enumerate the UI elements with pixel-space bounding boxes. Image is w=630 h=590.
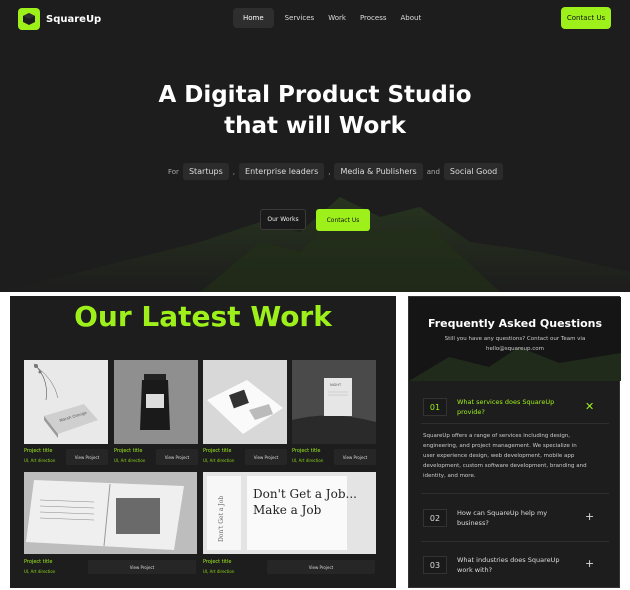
faq-question-line: How can SquareUp help my [457,509,548,517]
faq-question-line: provide? [457,408,485,416]
project-image [24,472,197,554]
project-image [203,360,287,444]
project-title: Project title [24,448,53,454]
faq-section: Frequently Asked Questions Still you hav… [408,296,621,588]
answer-line: development, custom software development… [423,463,587,469]
view-project-button[interactable]: View Project [334,449,376,465]
audience-pill[interactable]: Enterprise leaders [239,163,325,180]
project-title: Project title [203,559,232,565]
project-card[interactable]: Don't Get a Job Don't Get a Job... Make a … [203,472,376,580]
project-image: NIGHT [292,360,376,444]
our-works-button[interactable]: Our Works [260,209,306,230]
faq-email[interactable]: hello@squareup.com [486,346,544,352]
mountain-graphic [0,197,630,292]
cube-icon [18,8,40,30]
project-title: Project title [203,448,232,454]
and-label: and [426,167,440,176]
divider [421,493,609,494]
nav-home[interactable]: Home [233,8,274,28]
for-label: For [168,167,179,176]
hero-contact-button[interactable]: Contact Us [316,209,370,231]
view-project-button[interactable]: View Project [66,449,108,465]
nav-about[interactable]: About [398,8,425,28]
faq-question[interactable]: What industries does SquareUp work with? [457,555,587,575]
nav-services[interactable]: Services [282,8,318,28]
audience-pill[interactable]: Social Good [443,163,504,180]
project-subtitle: UI, Art direction [203,458,235,463]
project-card[interactable]: Project title UI, Art direction View Pro… [114,360,198,468]
project-image: Marsh Orange [24,360,108,444]
nav-process[interactable]: Process [357,8,390,28]
plus-icon[interactable]: + [585,557,594,570]
faq-question-line: What industries does SquareUp [457,556,560,564]
answer-line: user experience design, web development,… [423,453,575,459]
faq-question-line: What services does SquareUp [457,398,555,406]
faq-subtitle-line1: Still you have any questions? Contact ou… [444,336,586,342]
project-image [114,360,198,444]
brand-name: SquareUp [46,13,102,25]
faq-number: 03 [423,556,447,574]
project-subtitle: UI, Art direction [114,458,146,463]
divider [421,423,609,424]
audience-row: For Startups , Enterprise leaders , Medi… [168,163,504,180]
view-project-button[interactable]: View Project [156,449,198,465]
view-project-button[interactable]: View Project [245,449,287,465]
faq-question-line: work with? [457,566,493,574]
hero-title-line2: that will Work [224,113,406,139]
hero-title: A Digital Product Studio that will Work [0,80,630,142]
magazine-text-2: Make a Job [253,503,322,517]
project-card[interactable]: Project title UI, Art direction View Pro… [203,360,287,468]
close-icon[interactable]: ✕ [585,400,594,413]
section-title: Our Latest Work [74,300,332,333]
project-card[interactable]: Project title UI, Art direction View Pro… [24,472,197,580]
answer-line: engineering, and project management. We … [423,443,577,449]
project-card[interactable]: Marsh Orange Project title UI, Art direc… [24,360,108,468]
project-image: Don't Get a Job Don't Get a Job... Make a … [203,472,376,554]
view-project-button[interactable]: View Project [267,560,375,574]
hero-title-line1: A Digital Product Studio [158,82,472,108]
magazine-spine-text: Don't Get a Job [218,496,225,542]
project-subtitle: UI, Art direction [292,458,324,463]
hero-actions: Our Works Contact Us [260,209,370,231]
audience-pill[interactable]: Media & Publishers [334,163,423,180]
faq-number: 01 [423,398,447,416]
faq-answer: SquareUp offers a range of services incl… [423,431,607,481]
plus-icon[interactable]: + [585,510,594,523]
faq-title: Frequently Asked Questions [427,317,603,330]
faq-number: 02 [423,509,447,527]
project-title: Project title [114,448,143,454]
audience-pill[interactable]: Startups [182,163,229,180]
magazine-text-1: Don't Get a Job... [253,487,357,501]
faq-subtitle: Still you have any questions? Contact ou… [427,334,603,354]
separator: , [328,167,331,176]
view-project-button[interactable]: View Project [88,560,196,574]
project-title: Project title [24,559,53,565]
brand-logo[interactable]: SquareUp [18,8,101,30]
faq-question-line: business? [457,519,489,527]
project-subtitle: UI, Art direction [203,569,235,574]
main-nav: Home Services Work Process About [233,8,424,28]
latest-work-section: Our Latest Work Marsh Orange Project tit… [10,296,396,588]
contact-button[interactable]: Contact Us [561,7,611,29]
project-title: Project title [292,448,321,454]
nav-work[interactable]: Work [325,8,349,28]
paper-text: NIGHT [330,383,342,387]
project-subtitle: UI, Art direction [24,458,56,463]
faq-question[interactable]: What services does SquareUp provide? [457,397,587,417]
faq-question[interactable]: How can SquareUp help my business? [457,508,587,528]
answer-line: identity, and more. [423,473,476,479]
divider [421,541,609,542]
project-subtitle: UI, Art direction [24,569,56,574]
faq-header: Frequently Asked Questions Still you hav… [409,297,621,381]
separator: , [232,167,236,176]
project-card[interactable]: NIGHT Project title UI, Art direction Vi… [292,360,376,468]
hero-section: SquareUp Home Services Work Process Abou… [0,0,630,292]
answer-line: SquareUp offers a range of services incl… [423,433,571,439]
